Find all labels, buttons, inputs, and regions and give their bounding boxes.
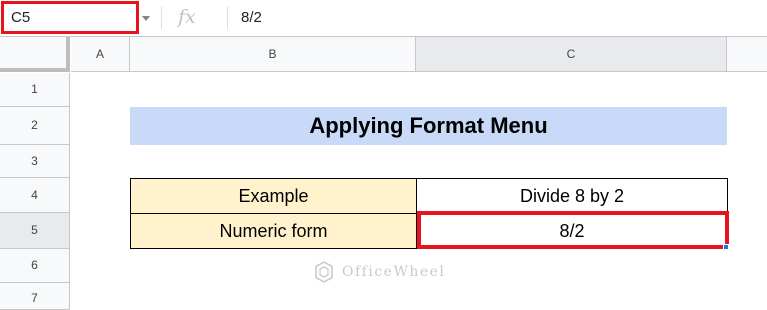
- cell-b5[interactable]: Numeric form: [130, 213, 417, 249]
- officewheel-logo-icon: [315, 261, 333, 283]
- column-header-c[interactable]: C: [416, 37, 727, 72]
- formula-bar-divider: [161, 6, 162, 29]
- freeze-row-handle[interactable]: [0, 68, 70, 72]
- function-icon: fx: [178, 6, 196, 28]
- selected-cell-highlight: [417, 211, 729, 249]
- formula-bar: C5 fx 8/2: [0, 0, 767, 37]
- title-cell-b2[interactable]: Applying Format Menu: [130, 107, 727, 145]
- name-box[interactable]: C5: [1, 1, 139, 34]
- freeze-column-handle[interactable]: [66, 37, 70, 72]
- row-header-4[interactable]: 4: [0, 178, 70, 213]
- cell-b4[interactable]: Example: [130, 178, 417, 214]
- column-header-b[interactable]: B: [130, 37, 416, 72]
- row-header-7[interactable]: 7: [0, 283, 70, 310]
- watermark: OfficeWheel: [312, 258, 445, 286]
- cell-c4[interactable]: Divide 8 by 2: [416, 178, 728, 214]
- formula-input[interactable]: 8/2: [241, 0, 262, 36]
- row-header-5[interactable]: 5: [0, 213, 70, 249]
- row-header-3[interactable]: 3: [0, 145, 70, 178]
- row-header-1[interactable]: 1: [0, 73, 70, 107]
- column-header-d[interactable]: [727, 37, 767, 72]
- select-all-corner[interactable]: [0, 37, 70, 72]
- name-box-dropdown-icon[interactable]: [142, 16, 150, 21]
- column-header-a[interactable]: A: [71, 37, 130, 72]
- row-header-6[interactable]: 6: [0, 249, 70, 283]
- watermark-text: OfficeWheel: [342, 264, 446, 280]
- row-header-2[interactable]: 2: [0, 107, 70, 145]
- formula-bar-divider: [227, 6, 228, 29]
- fill-handle[interactable]: [723, 244, 729, 250]
